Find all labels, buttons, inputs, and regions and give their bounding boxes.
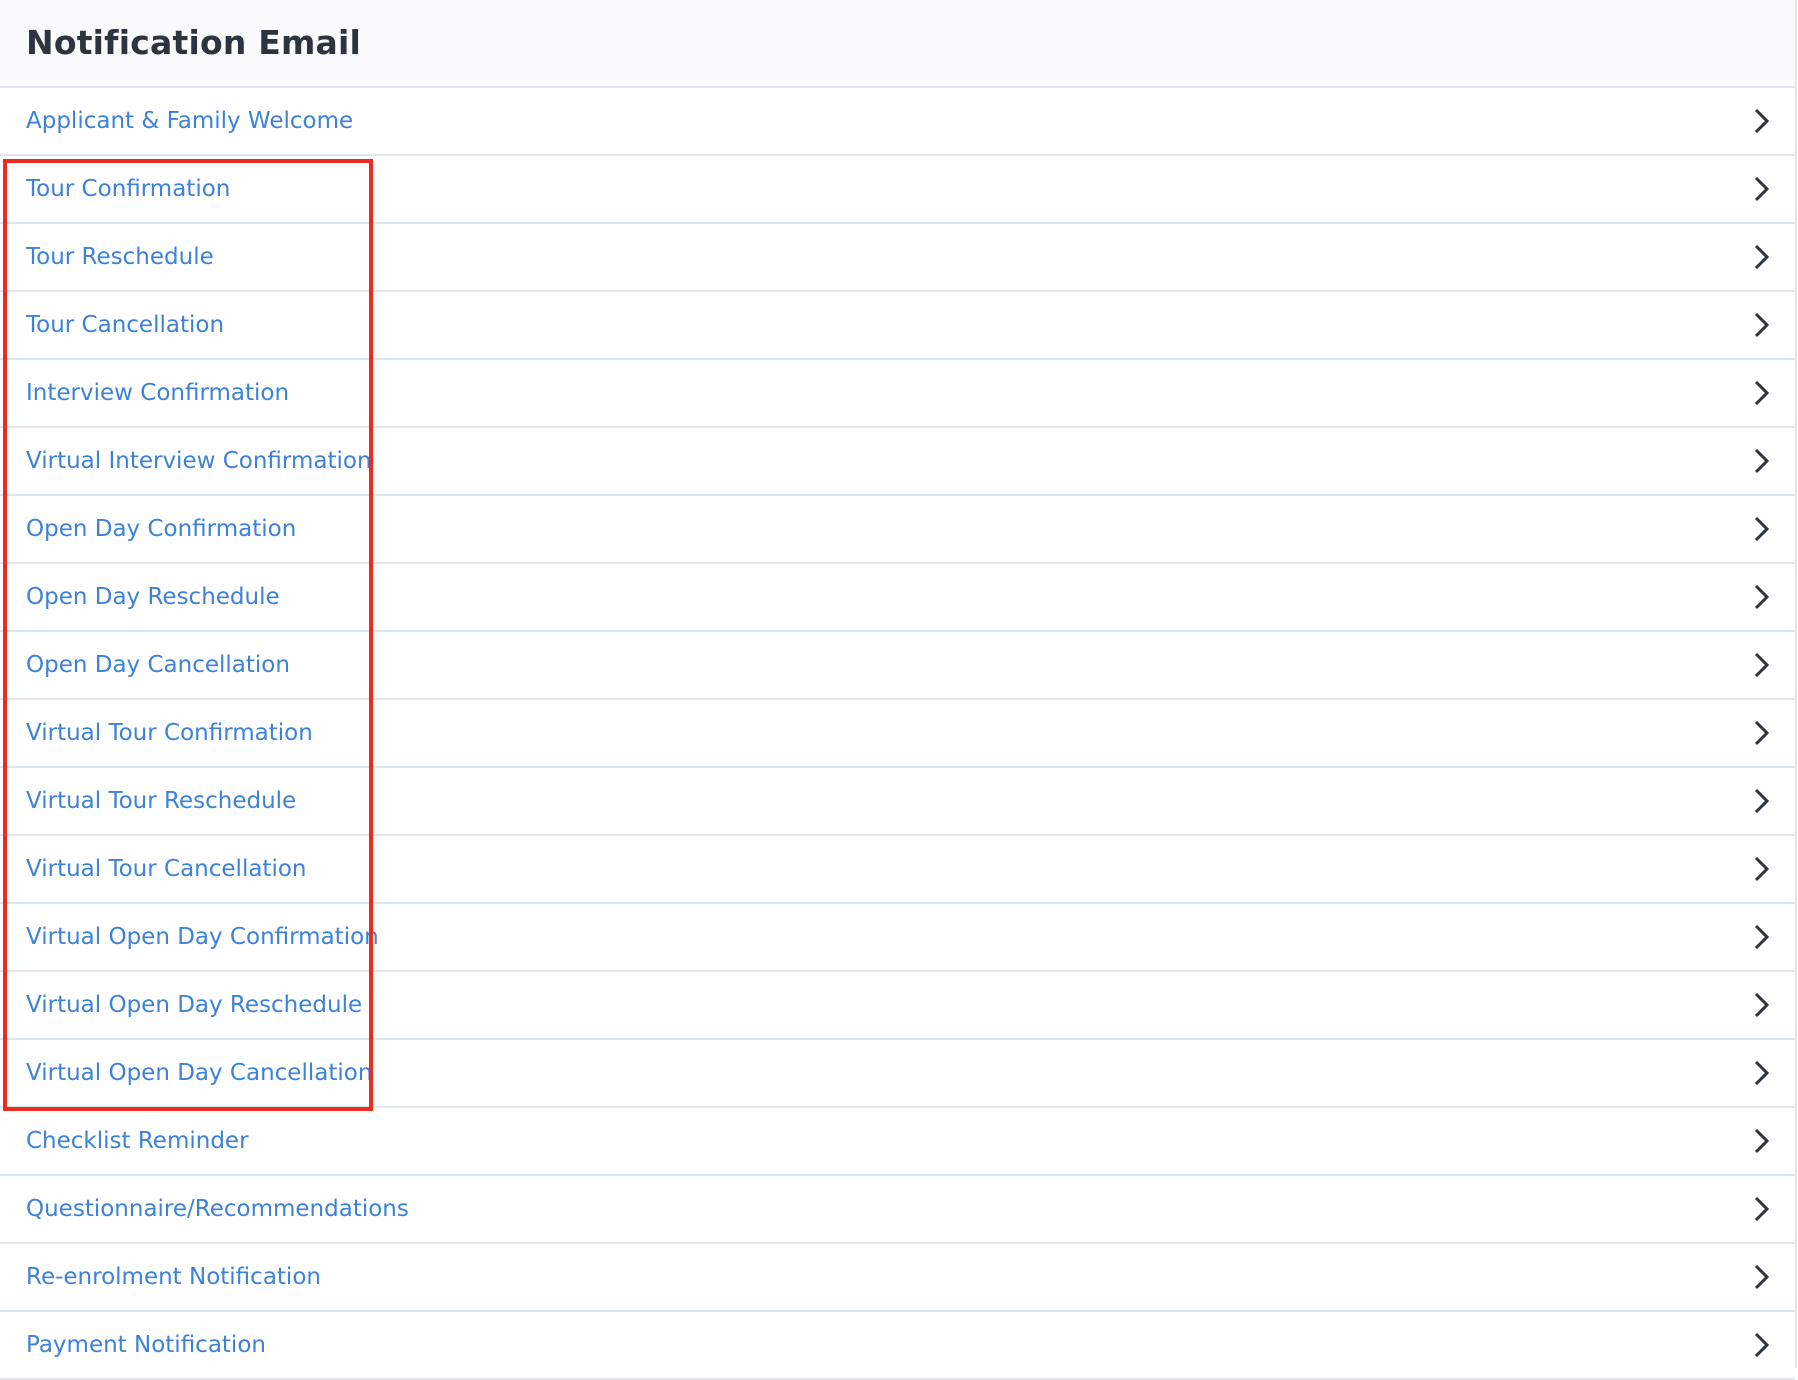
- chevron-right-icon: [1749, 924, 1775, 950]
- list-item-label: Open Day Confirmation: [26, 516, 297, 542]
- list-item-label: Applicant & Family Welcome: [26, 108, 354, 134]
- list-item-label: Virtual Tour Confirmation: [26, 720, 313, 746]
- list-item-label: Open Day Cancellation: [26, 652, 290, 678]
- list-item-label: Tour Cancellation: [26, 312, 225, 338]
- list-item-virtual-tour-reschedule[interactable]: Virtual Tour Reschedule: [0, 768, 1795, 836]
- list-item-virtual-open-day-confirmation[interactable]: Virtual Open Day Confirmation: [0, 904, 1795, 972]
- chevron-right-icon: [1749, 584, 1775, 610]
- chevron-right-icon: [1749, 312, 1775, 338]
- list-item-open-day-confirmation[interactable]: Open Day Confirmation: [0, 496, 1795, 564]
- panel-header: Notification Email: [0, 0, 1795, 88]
- list-item-re-enrolment-notification[interactable]: Re-enrolment Notification: [0, 1244, 1795, 1312]
- chevron-right-icon: [1749, 1128, 1775, 1154]
- list-item-virtual-open-day-cancellation[interactable]: Virtual Open Day Cancellation: [0, 1040, 1795, 1108]
- list-item-tour-reschedule[interactable]: Tour Reschedule: [0, 224, 1795, 292]
- chevron-right-icon: [1749, 1060, 1775, 1086]
- chevron-right-icon: [1749, 448, 1775, 474]
- list-item-interview-confirmation[interactable]: Interview Confirmation: [0, 360, 1795, 428]
- list-item-label: Virtual Tour Cancellation: [26, 856, 307, 882]
- chevron-right-icon: [1749, 176, 1775, 202]
- list-item-payment-notification[interactable]: Payment Notification: [0, 1312, 1795, 1380]
- page-title: Notification Email: [26, 22, 362, 62]
- list-item-label: Tour Reschedule: [26, 244, 214, 270]
- list-item-label: Virtual Open Day Cancellation: [26, 1060, 373, 1086]
- list-item-tour-cancellation[interactable]: Tour Cancellation: [0, 292, 1795, 360]
- list-item-label: Virtual Interview Confirmation: [26, 448, 372, 474]
- list-item-label: Interview Confirmation: [26, 380, 290, 406]
- list-item-tour-confirmation[interactable]: Tour Confirmation: [0, 156, 1795, 224]
- list-item-virtual-open-day-reschedule[interactable]: Virtual Open Day Reschedule: [0, 972, 1795, 1040]
- list-item-label: Virtual Tour Reschedule: [26, 788, 297, 814]
- list-item-virtual-tour-confirmation[interactable]: Virtual Tour Confirmation: [0, 700, 1795, 768]
- list-item-applicant-family-welcome[interactable]: Applicant & Family Welcome: [0, 88, 1795, 156]
- chevron-right-icon: [1749, 244, 1775, 270]
- list-item-label: Re-enrolment Notification: [26, 1264, 321, 1290]
- chevron-right-icon: [1749, 1196, 1775, 1222]
- chevron-right-icon: [1749, 1264, 1775, 1290]
- chevron-right-icon: [1749, 652, 1775, 678]
- list-item-label: Questionnaire/Recommendations: [26, 1196, 409, 1222]
- notification-email-panel: Notification Email Applicant & Family We…: [0, 0, 1797, 1380]
- chevron-right-icon: [1749, 788, 1775, 814]
- list-item-label: Tour Confirmation: [26, 176, 231, 202]
- chevron-right-icon: [1749, 108, 1775, 134]
- list-item-label: Checklist Reminder: [26, 1128, 249, 1154]
- list-item-open-day-reschedule[interactable]: Open Day Reschedule: [0, 564, 1795, 632]
- list-item-label: Open Day Reschedule: [26, 584, 280, 610]
- chevron-right-icon: [1749, 380, 1775, 406]
- notification-list: Applicant & Family Welcome Tour Confirma…: [0, 88, 1795, 1380]
- chevron-right-icon: [1749, 1332, 1775, 1358]
- list-item-virtual-tour-cancellation[interactable]: Virtual Tour Cancellation: [0, 836, 1795, 904]
- list-item-virtual-interview-confirmation[interactable]: Virtual Interview Confirmation: [0, 428, 1795, 496]
- list-item-label: Virtual Open Day Reschedule: [26, 992, 363, 1018]
- chevron-right-icon: [1749, 516, 1775, 542]
- list-item-label: Payment Notification: [26, 1332, 266, 1358]
- list-item-questionnaire-recommendations[interactable]: Questionnaire/Recommendations: [0, 1176, 1795, 1244]
- chevron-right-icon: [1749, 856, 1775, 882]
- list-item-checklist-reminder[interactable]: Checklist Reminder: [0, 1108, 1795, 1176]
- list-item-label: Virtual Open Day Confirmation: [26, 924, 379, 950]
- chevron-right-icon: [1749, 720, 1775, 746]
- chevron-right-icon: [1749, 992, 1775, 1018]
- list-item-open-day-cancellation[interactable]: Open Day Cancellation: [0, 632, 1795, 700]
